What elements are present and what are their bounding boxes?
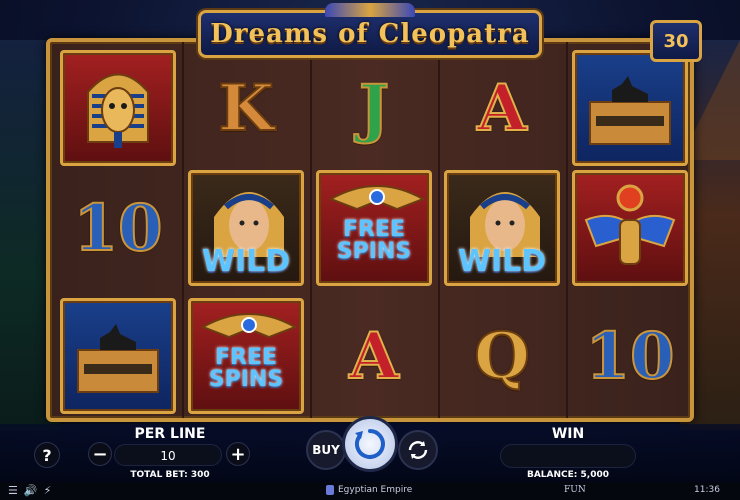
autoplay-button[interactable]	[398, 430, 438, 470]
scarab-red-symbol	[572, 170, 688, 286]
cleopatra-wild-symbol: WILD	[188, 170, 304, 286]
ace-symbol: A	[316, 298, 432, 414]
jack-symbol: J	[316, 50, 432, 166]
ten-label: 10	[584, 318, 675, 395]
king-label: K	[217, 70, 275, 147]
win-label: WIN	[551, 426, 585, 442]
reel-4: A WILD Q	[440, 48, 564, 412]
spin-button[interactable]	[342, 416, 398, 472]
ten-label: 10	[72, 190, 163, 267]
footer-icons: ☰ 🔊 ⚡	[8, 484, 51, 497]
reel-3: J FREE SPINS A	[312, 48, 436, 412]
reel-2: K WILD FREE SPINS	[184, 48, 308, 414]
anubis-chest-icon	[589, 76, 671, 145]
wild-label: WILD	[457, 244, 547, 279]
game-title: Dreams of Cleopatra	[210, 19, 530, 49]
pharaoh-mask-symbol	[60, 50, 176, 166]
buy-feature-button[interactable]: BUY	[306, 430, 346, 470]
ace-label: A	[476, 70, 528, 147]
provider-logo-icon	[326, 485, 334, 495]
menu-icon[interactable]: ☰	[8, 484, 18, 497]
reel-frame: 10 K WILD FREE SPINS J FREE SPINS A A WI…	[46, 38, 694, 422]
game-title-banner: Dreams of Cleopatra	[198, 3, 542, 58]
play-mode: FUN	[564, 485, 586, 495]
increase-bet-button[interactable]: +	[226, 442, 250, 466]
jack-label: J	[358, 70, 390, 147]
queen-symbol: Q	[444, 298, 560, 414]
ten-symbol: 10	[60, 170, 176, 286]
footer-game-info: Egyptian Empire	[326, 485, 412, 495]
anubis-chest-icon	[77, 324, 159, 393]
decrease-bet-button[interactable]: −	[88, 442, 112, 466]
free-spins-label: FREE SPINS	[336, 217, 412, 264]
ten-symbol: 10	[572, 298, 688, 414]
clock: 11:36	[694, 485, 720, 495]
winged-scarab-icon	[200, 313, 298, 339]
anubis-chest-symbol	[572, 50, 688, 166]
pharaoh-mask-icon	[87, 73, 149, 148]
spin-icon	[355, 429, 385, 459]
free-spins-label: FREE SPINS	[208, 345, 284, 392]
reel-1: 10	[56, 48, 180, 414]
winged-jewel-icon	[325, 3, 415, 17]
scarab-free-spins-symbol: FREE SPINS	[188, 298, 304, 414]
win-value	[500, 444, 636, 468]
queen-label: Q	[473, 318, 531, 395]
control-bar: ? PER LINE − 10 + TOTAL BET: 300 BUY WIN…	[0, 416, 740, 482]
total-bet: TOTAL BET: 300	[130, 470, 210, 480]
anubis-chest-symbol	[60, 298, 176, 414]
autoplay-icon	[408, 441, 428, 459]
provider-name: Egyptian Empire	[338, 485, 413, 495]
red-scarab-icon	[584, 184, 676, 265]
help-button[interactable]: ?	[34, 442, 60, 468]
turbo-icon[interactable]: ⚡	[44, 484, 52, 497]
ace-symbol: A	[444, 50, 560, 166]
per-line-value: 10	[114, 444, 222, 466]
wild-label: WILD	[201, 244, 291, 279]
ace-label: A	[348, 318, 400, 395]
king-symbol: K	[188, 50, 304, 166]
balance: BALANCE: 5,000	[526, 470, 609, 480]
reel-5: 10	[568, 48, 692, 412]
sound-icon[interactable]: 🔊	[24, 484, 38, 497]
scarab-free-spins-symbol: FREE SPINS	[316, 170, 432, 286]
footer-bar: ☰ 🔊 ⚡ Egyptian Empire FUN 11:36	[0, 482, 740, 500]
per-line-label: PER LINE	[134, 426, 206, 442]
paylines-badge: 30	[650, 20, 702, 62]
winged-scarab-icon	[328, 185, 426, 211]
cleopatra-wild-symbol: WILD	[444, 170, 560, 286]
